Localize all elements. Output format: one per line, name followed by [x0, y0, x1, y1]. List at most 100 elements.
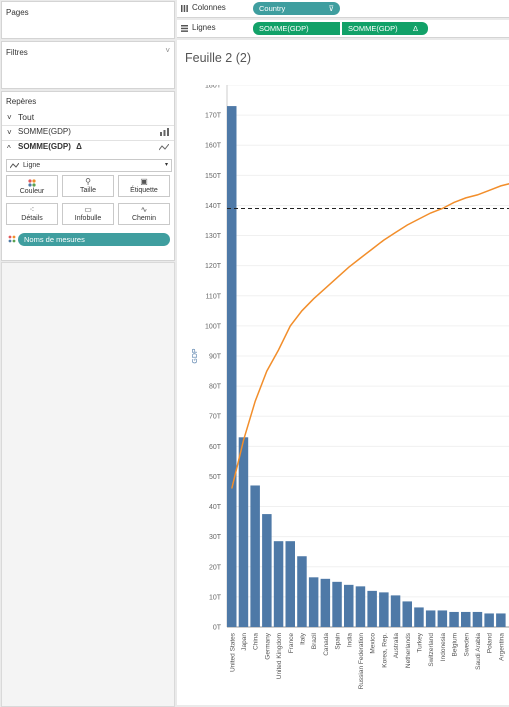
filters-panel: Filtres ˅: [1, 41, 175, 89]
x-tick-label: Russian Federation: [358, 633, 365, 690]
color-dots-icon: [28, 179, 36, 187]
rows-shelf[interactable]: Lignes SOMME(GDP) SOMME(GDP) Δ: [177, 20, 509, 38]
x-tick-label: United States: [229, 632, 236, 672]
bar: [425, 610, 436, 627]
sum-gdp-delta-pill[interactable]: SOMME(GDP) Δ: [342, 22, 428, 35]
measure-names-pill[interactable]: Noms de mesures: [18, 233, 170, 246]
filters-chevron-icon[interactable]: ˅: [165, 46, 170, 55]
x-tick-label: Switzerland: [428, 633, 435, 667]
columns-label: Colonnes: [192, 3, 226, 12]
rows-icon: [181, 25, 188, 32]
x-tick-label: Spain: [335, 633, 342, 650]
marks-row-sum-gdp-label: SOMME(GDP): [18, 127, 71, 136]
x-tick-label: Italy: [299, 632, 306, 645]
chevron-down-icon: ▾: [164, 162, 168, 168]
x-tick-label: Belgium: [452, 633, 459, 656]
tooltip-button-label: Infobulle: [74, 215, 102, 222]
x-tick-label: India: [346, 633, 353, 647]
marks-row-sum-gdp-delta[interactable]: ^ SOMME(GDP) Δ: [2, 140, 174, 155]
bar: [367, 590, 377, 627]
bar: [285, 541, 295, 627]
x-tick-label: Brazil: [311, 632, 318, 649]
columns-shelf[interactable]: Colonnes Country ⊽: [177, 0, 509, 18]
sum-gdp-pill[interactable]: SOMME(GDP): [253, 22, 340, 35]
size-button-label: Taille: [80, 187, 96, 194]
path-button-label: Chemin: [131, 215, 157, 222]
bar: [390, 595, 401, 627]
bar: [297, 556, 307, 627]
x-tick-label: Poland: [487, 633, 494, 654]
y-tick-label: 120T: [205, 263, 222, 270]
tooltip-button[interactable]: ▭ Infobulle: [62, 203, 114, 225]
filters-title: Filtres: [6, 48, 28, 57]
path-button[interactable]: ∿ Chemin: [118, 203, 170, 225]
y-tick-label: 10T: [209, 594, 222, 601]
bar: [496, 613, 506, 627]
columns-icon: [181, 5, 188, 12]
marks-panel: Repères ˅ Tout ˅ SOMME(GDP) ^ SOMME(GDP)…: [1, 91, 175, 261]
y-tick-label: 100T: [205, 323, 222, 330]
x-tick-label: Indonesia: [440, 633, 447, 662]
bar: [262, 514, 272, 627]
x-tick-label: United Kingdom: [276, 633, 283, 679]
gdp-pareto-chart[interactable]: 0T 10T 20T 30T 40T 50T 60T 70T 80T 90T 100T 110T 120…: [177, 85, 509, 705]
color-button[interactable]: Couleur: [6, 175, 58, 197]
x-tick-label: Canada: [323, 633, 330, 656]
cumulative-line: [231, 183, 509, 489]
marks-row-all-label: Tout: [18, 112, 35, 122]
x-tick-label: Korea, Rep.: [381, 633, 388, 668]
pages-title: Pages: [6, 8, 29, 17]
country-pill[interactable]: Country ⊽: [253, 2, 340, 15]
chevron-up-icon: ^: [7, 144, 11, 153]
detail-button-label: Détails: [21, 215, 43, 222]
y-tick-label: 160T: [205, 143, 222, 150]
y-tick-label: 180T: [205, 85, 222, 90]
chevron-down-icon: ˅: [7, 113, 12, 122]
y-tick-label: 90T: [209, 354, 222, 361]
delta-symbol: Δ: [76, 142, 82, 151]
path-icon: ∿: [140, 205, 148, 214]
y-axis-title: GDP: [192, 348, 199, 364]
bar: [238, 437, 249, 627]
delta-symbol: Δ: [412, 24, 418, 33]
size-button[interactable]: ⚲ Taille: [62, 175, 114, 197]
y-tick-label: 40T: [209, 504, 222, 511]
y-tick-label: 170T: [205, 113, 222, 120]
sheet-title: Feuille 2 (2): [185, 51, 251, 65]
y-tick-label: 20T: [209, 564, 222, 571]
y-tick-label: 60T: [209, 444, 222, 451]
detail-button[interactable]: ⁖ Détails: [6, 203, 58, 225]
line-chart-icon: [159, 144, 169, 151]
bar: [472, 611, 483, 627]
bar: [227, 106, 237, 628]
marks-row-all[interactable]: ˅ Tout: [2, 110, 174, 126]
bar: [484, 613, 494, 627]
marks-title: Repères: [6, 97, 37, 106]
x-tick-label: Turkey: [416, 632, 423, 652]
y-tick-label: 150T: [205, 173, 222, 180]
x-tick-label: Netherlands: [405, 632, 412, 668]
y-tick-label: 110T: [206, 293, 222, 300]
x-tick-label: Germany: [264, 632, 271, 659]
worksheet-view: Feuille 2 (2) 0T 10T 20T 30T 40T 50T 60T 70T 80T…: [177, 40, 509, 705]
bar: [344, 584, 354, 627]
x-tick-label: Sweden: [463, 633, 470, 657]
x-tick-label: Australia: [393, 633, 400, 659]
bar: [332, 581, 342, 627]
x-tick-label: Argentina: [498, 633, 505, 661]
color-dots-icon: [8, 235, 16, 243]
x-tick-label: Saudi Arabia: [475, 633, 482, 670]
label-icon: ▣: [140, 177, 148, 186]
x-tick-label: China: [253, 633, 260, 650]
marks-row-sum-gdp[interactable]: ˅ SOMME(GDP): [2, 125, 174, 141]
rows-label: Lignes: [192, 23, 216, 32]
tooltip-icon: ▭: [84, 205, 92, 214]
y-tick-label: 70T: [209, 414, 222, 421]
measure-names-field[interactable]: Noms de mesures: [6, 233, 170, 246]
x-tick-label: France: [288, 633, 295, 654]
label-button[interactable]: ▣ Étiquette: [118, 175, 170, 197]
y-tick-label: 140T: [205, 203, 222, 210]
sum-gdp-delta-label: SOMME(GDP): [348, 24, 398, 33]
mark-type-select[interactable]: Ligne ▾: [6, 159, 172, 172]
y-tick-label: 0T: [213, 625, 222, 632]
